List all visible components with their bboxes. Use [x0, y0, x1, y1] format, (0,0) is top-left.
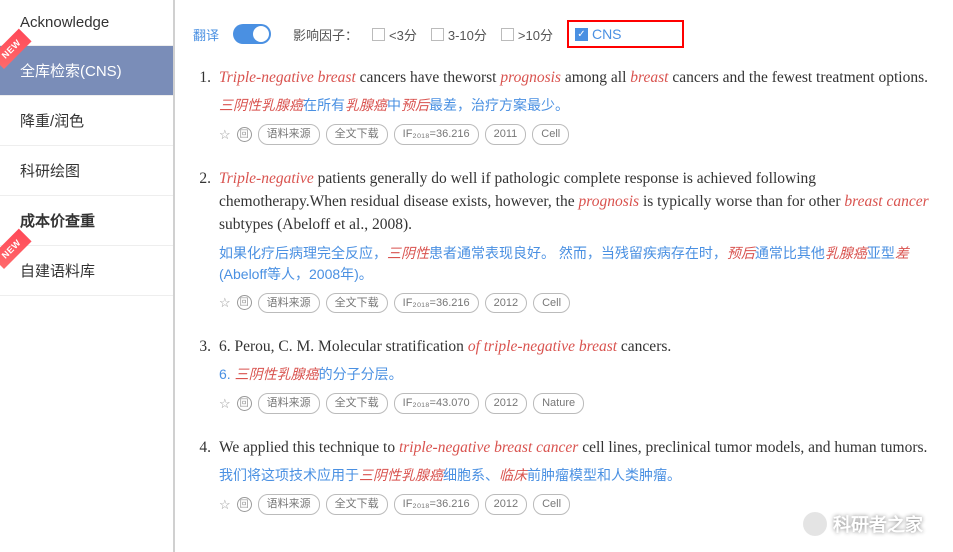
- copy-icon[interactable]: 回: [237, 396, 252, 411]
- tag-year[interactable]: 2011: [485, 124, 527, 145]
- tag-download[interactable]: 全文下载: [326, 393, 388, 414]
- result-english: We applied this technique to triple-nega…: [219, 436, 935, 459]
- sidebar-item-corpus[interactable]: NEW 自建语料库: [0, 246, 173, 296]
- result-body: Triple-negative breast cancers have thew…: [219, 66, 935, 145]
- wechat-icon: [803, 512, 827, 536]
- result-body: 6. Perou, C. M. Molecular stratification…: [219, 335, 935, 414]
- tag-if[interactable]: IF₂₀₁₈=43.070: [394, 393, 479, 414]
- filter-3-10[interactable]: 3-10分: [431, 25, 487, 44]
- tag-journal[interactable]: Cell: [533, 293, 570, 314]
- checkbox-icon: [431, 28, 444, 41]
- result-item: 4. We applied this technique to triple-n…: [193, 436, 935, 515]
- watermark: 科研者之家: [803, 511, 923, 537]
- result-item: 2. Triple-negative patients generally do…: [193, 167, 935, 313]
- tag-if[interactable]: IF₂₀₁₈=36.216: [394, 293, 479, 314]
- impact-factor-label: 影响因子：: [293, 25, 358, 44]
- checkbox-icon: [372, 28, 385, 41]
- sidebar-item-rewrite[interactable]: 降重/润色: [0, 96, 173, 146]
- copy-icon[interactable]: 回: [237, 295, 252, 310]
- result-chinese: 6. 三阴性乳腺癌的分子分层。: [219, 364, 935, 385]
- result-number: 2.: [193, 167, 219, 313]
- results-list: 1. Triple-negative breast cancers have t…: [193, 66, 935, 515]
- result-tags: ☆ 回 语料来源 全文下载 IF₂₀₁₈=43.070 2012 Nature: [219, 393, 935, 414]
- main-content: 翻译 影响因子： <3分 3-10分 >10分 ✓ CNS 1. Triple-…: [175, 0, 953, 552]
- tag-year[interactable]: 2012: [485, 393, 527, 414]
- sidebar: Acknowledge NEW 全库检索(CNS) 降重/润色 科研绘图 成本价…: [0, 0, 175, 552]
- copy-icon[interactable]: 回: [237, 497, 252, 512]
- result-item: 3. 6. Perou, C. M. Molecular stratificat…: [193, 335, 935, 414]
- tag-journal[interactable]: Nature: [533, 393, 584, 414]
- checkbox-checked-icon[interactable]: ✓: [575, 28, 588, 41]
- star-icon[interactable]: ☆: [219, 293, 231, 313]
- filter-gt10[interactable]: >10分: [501, 25, 553, 44]
- tag-journal[interactable]: Cell: [533, 494, 570, 515]
- result-tags: ☆ 回 语料来源 全文下载 IF₂₀₁₈=36.216 2012 Cell: [219, 293, 935, 314]
- tag-source[interactable]: 语料来源: [258, 494, 320, 515]
- tag-year[interactable]: 2012: [485, 293, 527, 314]
- sidebar-item-drawing[interactable]: 科研绘图: [0, 146, 173, 196]
- tag-source[interactable]: 语料来源: [258, 124, 320, 145]
- translate-label: 翻译: [193, 25, 219, 44]
- result-english: 6. Perou, C. M. Molecular stratification…: [219, 335, 935, 358]
- copy-icon[interactable]: 回: [237, 127, 252, 142]
- filter-cns-label[interactable]: CNS: [592, 26, 622, 42]
- filter-cns-highlight: ✓ CNS: [567, 20, 684, 48]
- tag-if[interactable]: IF₂₀₁₈=36.216: [394, 124, 479, 145]
- tag-download[interactable]: 全文下载: [326, 124, 388, 145]
- result-number: 3.: [193, 335, 219, 414]
- result-body: Triple-negative patients generally do we…: [219, 167, 935, 313]
- translate-toggle[interactable]: [233, 24, 271, 44]
- tag-download[interactable]: 全文下载: [326, 494, 388, 515]
- tag-year[interactable]: 2012: [485, 494, 527, 515]
- star-icon[interactable]: ☆: [219, 394, 231, 414]
- star-icon[interactable]: ☆: [219, 495, 231, 515]
- filter-bar: 翻译 影响因子： <3分 3-10分 >10分 ✓ CNS: [193, 10, 935, 66]
- result-chinese: 如果化疗后病理完全反应，三阴性患者通常表现良好。 然而，当残留疾病存在时，预后通…: [219, 243, 935, 285]
- result-tags: ☆ 回 语料来源 全文下载 IF₂₀₁₈=36.216 2011 Cell: [219, 124, 935, 145]
- result-english: Triple-negative breast cancers have thew…: [219, 66, 935, 89]
- result-english: Triple-negative patients generally do we…: [219, 167, 935, 237]
- result-number: 4.: [193, 436, 219, 515]
- star-icon[interactable]: ☆: [219, 125, 231, 145]
- tag-download[interactable]: 全文下载: [326, 293, 388, 314]
- result-body: We applied this technique to triple-nega…: [219, 436, 935, 515]
- sidebar-item-cns[interactable]: NEW 全库检索(CNS): [0, 46, 173, 96]
- filter-lt3[interactable]: <3分: [372, 25, 417, 44]
- tag-journal[interactable]: Cell: [532, 124, 569, 145]
- result-item: 1. Triple-negative breast cancers have t…: [193, 66, 935, 145]
- result-chinese: 我们将这项技术应用于三阴性乳腺癌细胞系、临床前肿瘤模型和人类肿瘤。: [219, 465, 935, 486]
- result-chinese: 三阴性乳腺癌在所有乳腺癌中预后最差，治疗方案最少。: [219, 95, 935, 116]
- tag-source[interactable]: 语料来源: [258, 393, 320, 414]
- checkbox-icon: [501, 28, 514, 41]
- result-number: 1.: [193, 66, 219, 145]
- tag-source[interactable]: 语料来源: [258, 293, 320, 314]
- tag-if[interactable]: IF₂₀₁₈=36.216: [394, 494, 479, 515]
